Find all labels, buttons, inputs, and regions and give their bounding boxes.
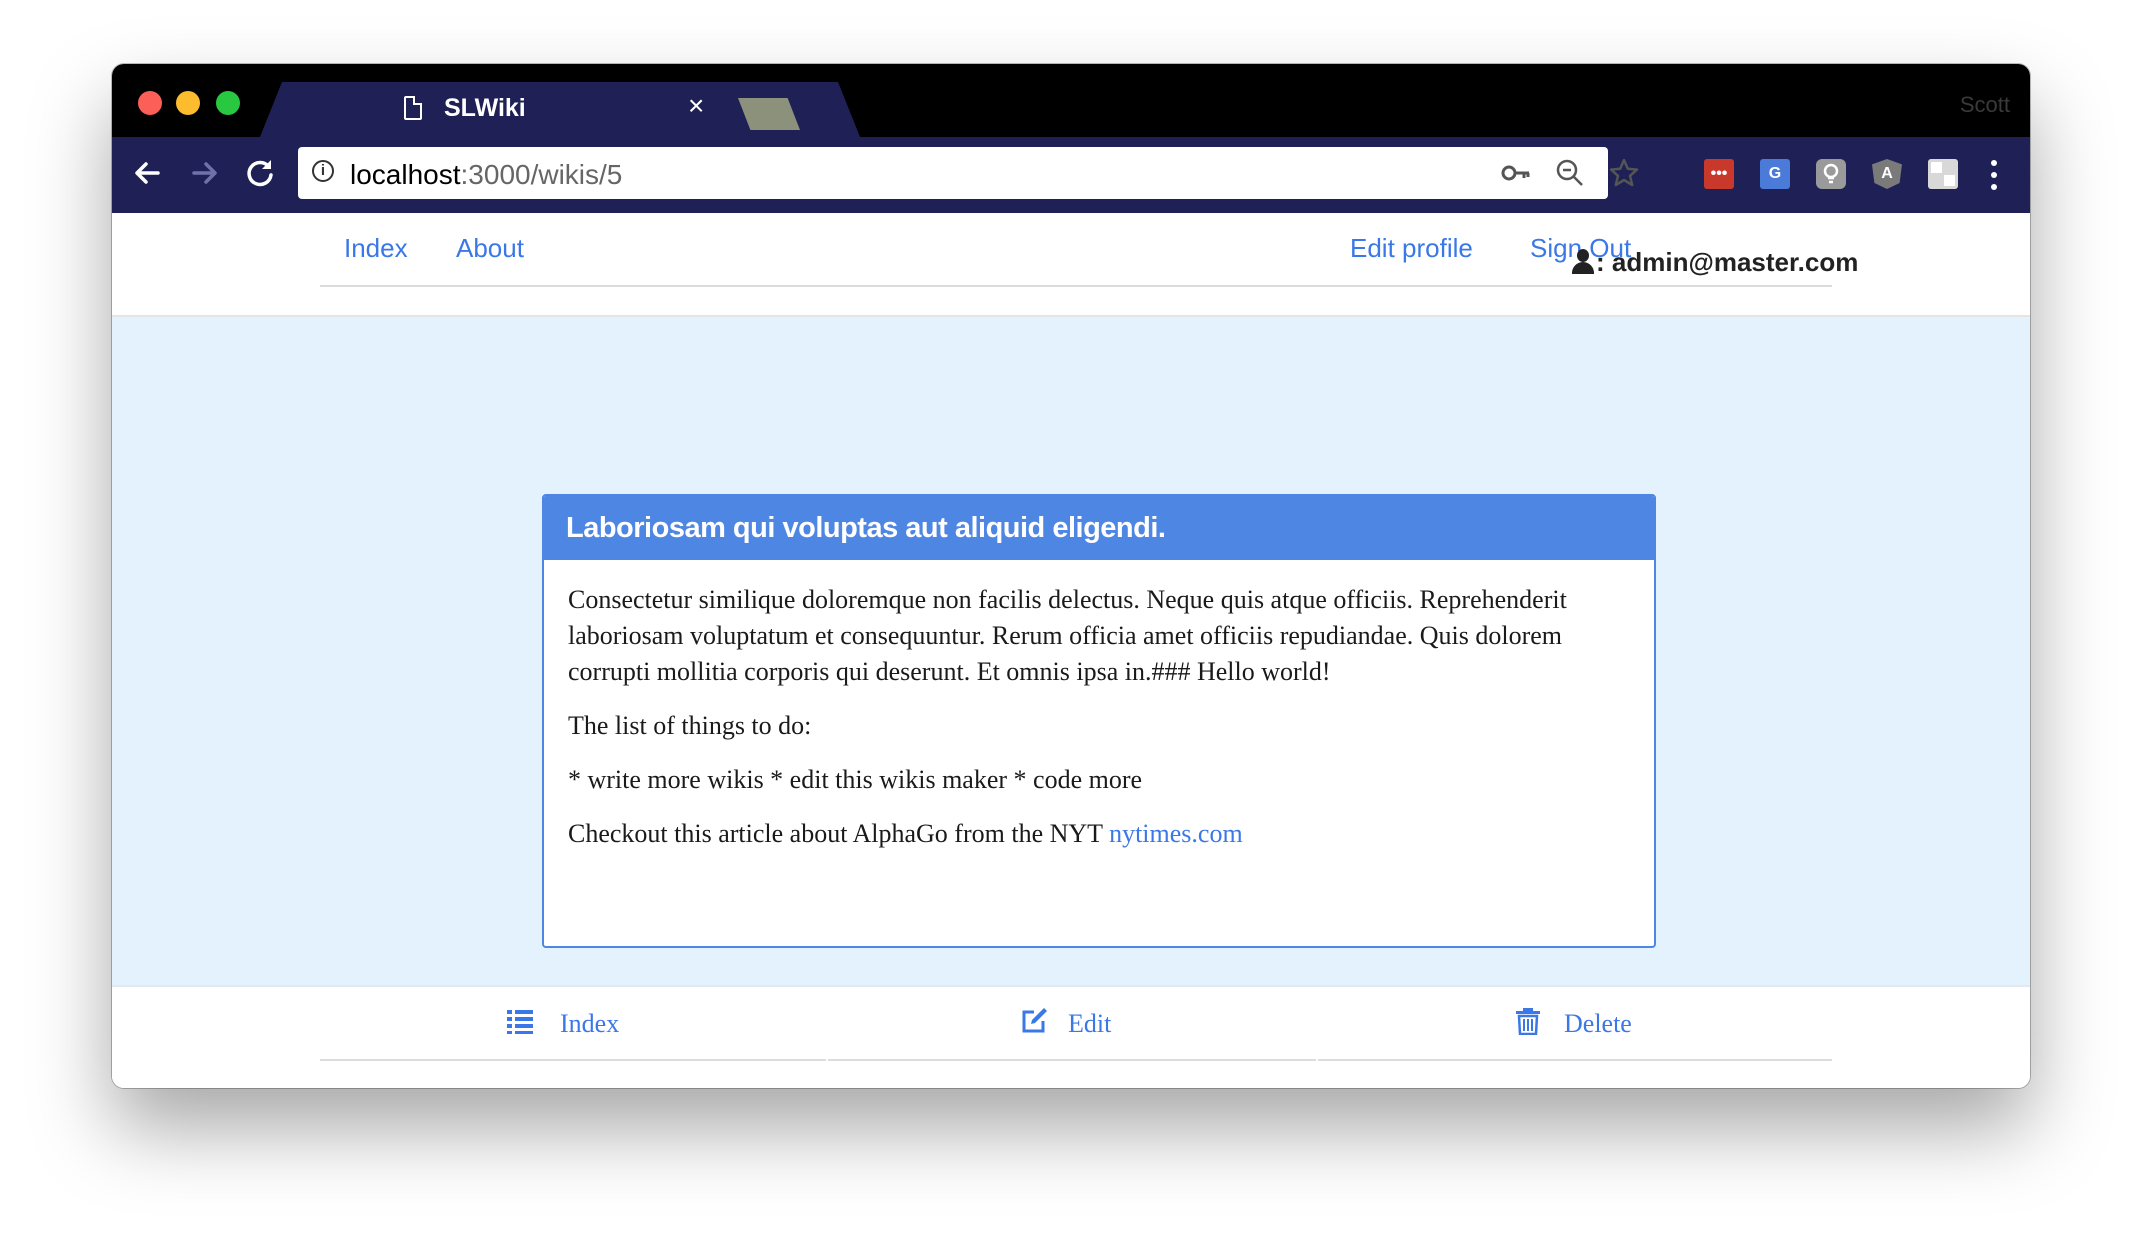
tab-close-icon[interactable]: × xyxy=(688,92,704,120)
maximize-window-button[interactable] xyxy=(216,91,240,115)
footer-actions: Index Edit Delete xyxy=(112,985,2030,1088)
footer-delete-cell: Delete xyxy=(1318,987,1832,1061)
wiki-paragraph: * write more wikis * edit this wikis mak… xyxy=(568,765,1143,794)
nav-index-link[interactable]: Index xyxy=(344,233,408,264)
nytimes-link[interactable]: nytimes.com xyxy=(1109,819,1243,848)
wiki-card: Laboriosam qui voluptas aut aliquid elig… xyxy=(542,494,1656,948)
user-icon xyxy=(1572,249,1594,275)
url-text[interactable]: localhost:3000/wikis/5 xyxy=(350,159,622,191)
current-user: : admin@master.com xyxy=(1572,247,1858,278)
url-host: localhost xyxy=(350,159,461,190)
wiki-link-intro: Checkout this article about AlphaGo from… xyxy=(568,819,1103,848)
wiki-paragraph: The list of things to do: xyxy=(568,711,812,740)
reload-icon[interactable] xyxy=(238,151,282,195)
minimize-window-button[interactable] xyxy=(176,91,200,115)
wiki-paragraph: Consectetur similique doloremque non fac… xyxy=(568,585,1567,686)
puzzle-extension-icon[interactable] xyxy=(1928,159,1958,189)
google-translate-extension-icon[interactable]: G xyxy=(1760,159,1790,189)
wiki-title: Laboriosam qui voluptas aut aliquid elig… xyxy=(544,496,1654,560)
tab-title: SLWiki xyxy=(444,94,526,122)
zoom-out-icon[interactable] xyxy=(1554,157,1586,189)
footer-delete-link[interactable]: Delete xyxy=(1564,1009,1632,1039)
footer-index-cell: Index xyxy=(320,987,826,1061)
more-menu-icon[interactable] xyxy=(1984,155,2004,195)
forward-arrow-icon[interactable] xyxy=(182,151,226,195)
footer-edit-cell: Edit xyxy=(828,987,1316,1061)
info-icon[interactable]: i xyxy=(312,160,334,182)
user-email: admin@master.com xyxy=(1611,247,1859,277)
list-icon[interactable] xyxy=(506,1007,534,1035)
lastpass-extension-icon[interactable]: ••• xyxy=(1704,159,1734,189)
footer-edit-link[interactable]: Edit xyxy=(1068,1009,1111,1039)
page-content: Index About Edit profile Sign Out : admi… xyxy=(112,213,2030,1088)
url-path: :3000/wikis/5 xyxy=(460,159,623,190)
document-icon xyxy=(404,96,422,120)
browser-toolbar: i localhost:3000/wikis/5 ••• G A xyxy=(112,137,2030,213)
user-separator: : xyxy=(1596,247,1605,277)
key-icon[interactable] xyxy=(1500,157,1532,189)
nav-about-link[interactable]: About xyxy=(456,233,524,264)
nav-edit-profile-link[interactable]: Edit profile xyxy=(1350,233,1473,264)
angular-extension-icon[interactable]: A xyxy=(1872,159,1902,189)
edit-icon[interactable] xyxy=(1020,1007,1048,1035)
lightbulb-extension-icon[interactable] xyxy=(1816,159,1846,189)
close-window-button[interactable] xyxy=(138,91,162,115)
top-navbar: Index About Edit profile Sign Out : admi… xyxy=(112,213,2030,317)
wiki-paragraph-with-link: Checkout this article about AlphaGo from… xyxy=(568,816,1630,852)
profile-name[interactable]: Scott xyxy=(1960,92,2010,118)
trash-icon[interactable] xyxy=(1514,1007,1542,1036)
back-arrow-icon[interactable] xyxy=(126,151,170,195)
address-bar[interactable]: i localhost:3000/wikis/5 xyxy=(298,147,1639,199)
wiki-body: Consectetur similique doloremque non fac… xyxy=(544,560,1654,852)
bookmark-star-icon[interactable] xyxy=(1608,157,1640,189)
browser-window: SLWiki × Scott i localhost:3000/wikis/5 xyxy=(112,64,2030,1088)
tab-strip: SLWiki × Scott xyxy=(112,64,2030,137)
footer-index-link[interactable]: Index xyxy=(560,1009,619,1039)
